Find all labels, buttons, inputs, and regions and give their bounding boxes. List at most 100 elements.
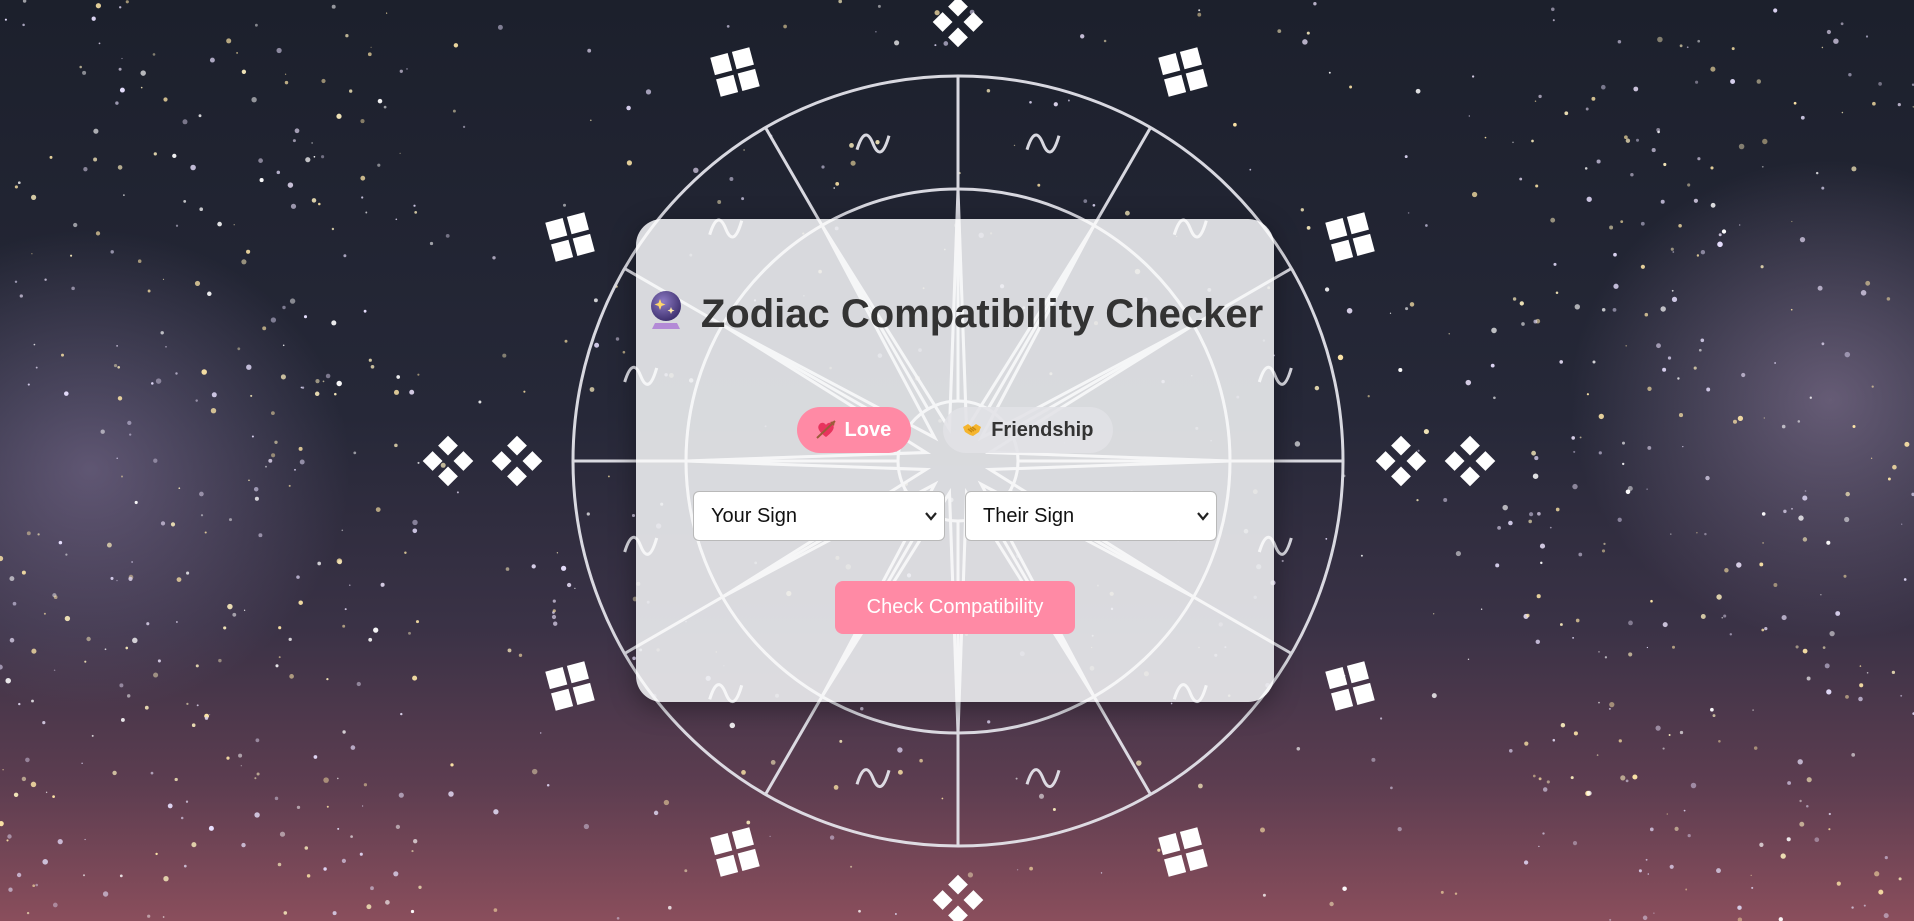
tab-friendship[interactable]: Friendship bbox=[943, 407, 1114, 453]
star bbox=[186, 571, 190, 575]
star bbox=[1663, 162, 1667, 167]
star bbox=[1535, 639, 1541, 645]
star bbox=[271, 411, 275, 415]
star bbox=[227, 603, 233, 610]
star bbox=[1687, 833, 1691, 838]
star bbox=[1695, 80, 1699, 84]
star bbox=[1806, 676, 1811, 681]
star bbox=[1851, 906, 1854, 909]
star bbox=[1468, 115, 1470, 117]
star bbox=[226, 38, 232, 44]
star bbox=[1697, 157, 1701, 161]
star bbox=[53, 595, 58, 600]
star bbox=[196, 704, 199, 707]
star bbox=[16, 872, 22, 878]
star bbox=[163, 876, 169, 882]
star bbox=[1249, 168, 1252, 171]
star bbox=[456, 491, 459, 494]
star bbox=[1797, 759, 1803, 765]
check-compatibility-button[interactable]: Check Compatibility bbox=[835, 581, 1075, 634]
star bbox=[1622, 462, 1625, 466]
star bbox=[1690, 782, 1697, 789]
their-sign-select[interactable]: Their Sign bbox=[965, 491, 1217, 541]
star bbox=[1559, 623, 1563, 626]
star bbox=[117, 365, 121, 369]
star bbox=[1710, 166, 1714, 170]
star bbox=[326, 677, 329, 681]
star bbox=[209, 57, 215, 63]
star bbox=[1157, 848, 1161, 852]
star bbox=[1737, 415, 1744, 422]
star bbox=[380, 582, 385, 587]
star bbox=[1679, 730, 1684, 735]
star bbox=[1531, 450, 1536, 456]
star bbox=[1609, 701, 1615, 708]
star bbox=[299, 459, 305, 465]
star bbox=[875, 140, 880, 145]
star bbox=[32, 884, 36, 888]
star bbox=[1710, 202, 1716, 208]
star bbox=[190, 164, 196, 171]
star bbox=[1598, 451, 1602, 455]
star bbox=[42, 721, 46, 725]
star bbox=[1549, 526, 1552, 529]
star bbox=[317, 561, 322, 566]
star bbox=[1649, 827, 1654, 832]
star bbox=[343, 254, 347, 258]
star bbox=[1716, 868, 1721, 874]
star bbox=[1519, 301, 1524, 306]
star bbox=[298, 446, 303, 451]
star bbox=[186, 702, 189, 706]
star bbox=[1198, 9, 1201, 12]
star bbox=[268, 458, 273, 463]
star bbox=[165, 346, 167, 348]
star bbox=[304, 846, 309, 850]
star bbox=[1579, 436, 1582, 439]
star bbox=[116, 457, 118, 460]
star bbox=[1762, 541, 1765, 544]
star bbox=[1814, 837, 1820, 843]
star bbox=[1433, 613, 1435, 615]
tab-love[interactable]: Love bbox=[796, 407, 912, 453]
star bbox=[849, 143, 854, 148]
star bbox=[1546, 780, 1550, 784]
star bbox=[125, 0, 129, 4]
star bbox=[1573, 450, 1576, 453]
star bbox=[314, 391, 320, 397]
star bbox=[31, 699, 34, 703]
star bbox=[1872, 101, 1876, 106]
star bbox=[201, 369, 207, 375]
star bbox=[151, 382, 154, 385]
star bbox=[408, 631, 411, 635]
star bbox=[1508, 520, 1513, 526]
your-sign-select[interactable]: Your Sign bbox=[693, 491, 945, 541]
star bbox=[162, 916, 165, 918]
star bbox=[1687, 183, 1691, 187]
star bbox=[1723, 614, 1727, 618]
star bbox=[1491, 327, 1497, 334]
star bbox=[121, 57, 123, 60]
star bbox=[370, 886, 374, 891]
star bbox=[1851, 166, 1857, 172]
star bbox=[1892, 464, 1897, 470]
star bbox=[1528, 519, 1532, 524]
star bbox=[1851, 753, 1856, 757]
star bbox=[84, 838, 86, 841]
star bbox=[1571, 436, 1575, 440]
star bbox=[123, 194, 125, 196]
star bbox=[289, 298, 296, 304]
star bbox=[1741, 372, 1746, 378]
star bbox=[1038, 793, 1045, 799]
star bbox=[1693, 366, 1697, 370]
star bbox=[1325, 537, 1328, 540]
star bbox=[300, 386, 303, 389]
star bbox=[1092, 203, 1096, 207]
star bbox=[1751, 886, 1754, 889]
star bbox=[356, 681, 361, 687]
star bbox=[894, 40, 900, 46]
star bbox=[1533, 319, 1538, 324]
star bbox=[393, 389, 400, 395]
star bbox=[1806, 777, 1812, 783]
star bbox=[1686, 46, 1689, 49]
star bbox=[1809, 396, 1812, 399]
